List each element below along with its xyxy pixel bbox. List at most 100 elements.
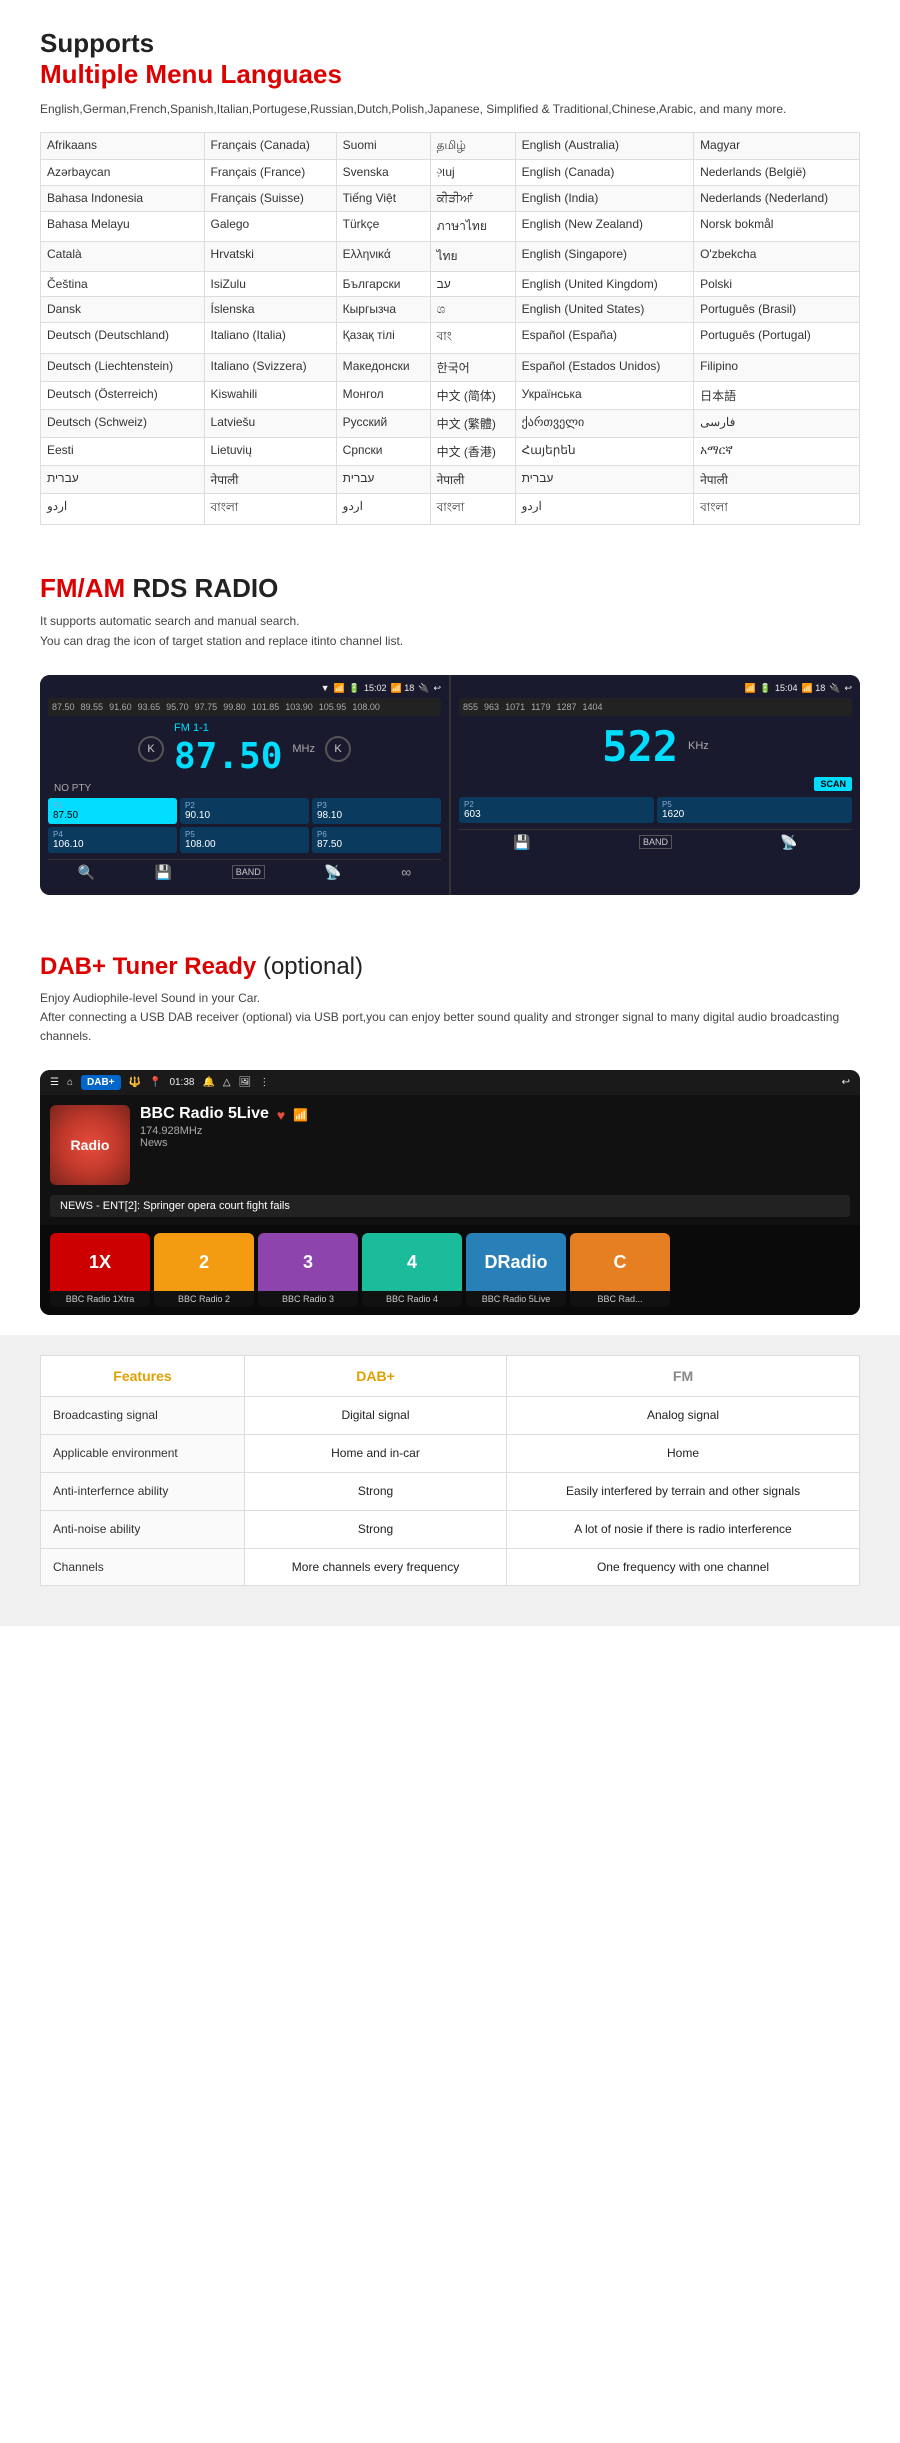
radio-statusbar-left: ▼ 📶 🔋 15:02 📶 18 🔌 ↩: [48, 683, 441, 694]
band-icon[interactable]: BAND: [232, 865, 265, 879]
lang-cell: Français (Canada): [204, 133, 336, 160]
lang-cell: Suomi: [336, 133, 430, 160]
comparison-feature: Anti-noise ability: [41, 1510, 245, 1548]
dab-channel-item[interactable]: 3 BBC Radio 3: [258, 1233, 358, 1307]
dab-channel-item[interactable]: DRadio BBC Radio 5Live: [466, 1233, 566, 1307]
fm-preset-p3[interactable]: P3 98.10: [312, 798, 441, 824]
lang-cell: Ελληνικά: [336, 242, 430, 272]
lang-cell: English (United States): [515, 297, 693, 323]
lang-cell: Eesti: [41, 438, 205, 466]
lang-cell: Hrvatski: [204, 242, 336, 272]
antenna-icon[interactable]: 📡: [324, 864, 341, 881]
prev-station-button[interactable]: K: [138, 736, 164, 762]
dab-channel-item[interactable]: C BBC Rad...: [570, 1233, 670, 1307]
dab-channel-item[interactable]: 4 BBC Radio 4: [362, 1233, 462, 1307]
fm-preset-p1[interactable]: P1 87.50: [48, 798, 177, 824]
table-row: AzərbaycanFrançais (France)Svenskaગ઼ujEn…: [41, 160, 860, 186]
lang-cell: Azərbaycan: [41, 160, 205, 186]
section-title-black: Supports: [40, 28, 860, 59]
scan-icon[interactable]: 🔍: [78, 864, 95, 881]
dab-channel-item[interactable]: 2 BBC Radio 2: [154, 1233, 254, 1307]
fm-preset-p6[interactable]: P6 87.50: [312, 827, 441, 853]
lang-cell: ਕੀੜੀਆਂ: [430, 186, 515, 212]
am-main-display: 522 KHz: [459, 722, 852, 771]
lang-cell: Čeština: [41, 272, 205, 297]
dab-now-playing: Radio BBC Radio 5Live ♥ 📶 174.928MHz New…: [40, 1095, 860, 1195]
fm-preset-p4[interactable]: P4 106.10: [48, 827, 177, 853]
channel-name: BBC Radio 5Live: [466, 1291, 566, 1307]
comparison-dab-value: Strong: [244, 1510, 506, 1548]
am-band-icon[interactable]: BAND: [639, 835, 672, 849]
table-row: Deutsch (Schweiz)LatviešuРусский中文 (繁體)ქ…: [41, 410, 860, 438]
lang-cell: Afrikaans: [41, 133, 205, 160]
dab-title: DAB+ Tuner Ready (optional): [40, 953, 860, 981]
dab-album-art: Radio: [50, 1105, 130, 1185]
dab-statusbar: ☰ ⌂ DAB+ 🔱 📍 01:38 🔔 △ 🖼 ⋮ ↩: [40, 1070, 860, 1095]
am-toolbar: 💾 BAND 📡: [459, 829, 852, 851]
dab-title-normal: (optional): [263, 953, 363, 980]
channel-art: 1X: [50, 1233, 150, 1291]
channel-art: DRadio: [466, 1233, 566, 1291]
comparison-section: Features DAB+ FM Broadcasting signalDigi…: [0, 1335, 900, 1626]
comparison-row: ChannelsMore channels every frequencyOne…: [41, 1548, 860, 1586]
channel-name: BBC Rad...: [570, 1291, 670, 1307]
lang-cell: فارسی: [694, 410, 860, 438]
lang-cell: Tiếng Việt: [336, 186, 430, 212]
save-icon[interactable]: 💾: [155, 864, 172, 881]
lang-cell: தமிழ்: [430, 133, 515, 160]
am-frequency-display: 522: [602, 722, 678, 771]
lang-cell: 中文 (简体): [430, 382, 515, 410]
lang-cell: Lietuvių: [204, 438, 336, 466]
am-preset-p2[interactable]: P2 603: [459, 797, 654, 823]
lang-cell: ไทย: [430, 242, 515, 272]
am-antenna-icon[interactable]: 📡: [780, 834, 797, 851]
comparison-feature: Applicable environment: [41, 1435, 245, 1473]
dab-type: News: [140, 1137, 850, 1149]
lang-cell: Català: [41, 242, 205, 272]
fm-section: FM/AM RDS RADIO It supports automatic se…: [0, 545, 900, 674]
lang-cell: Türkçe: [336, 212, 430, 242]
lang-cell: ශ: [430, 297, 515, 323]
lang-cell: Português (Brasil): [694, 297, 860, 323]
channel-name: BBC Radio 3: [258, 1291, 358, 1307]
am-unit: KHz: [688, 740, 709, 752]
lang-cell: עברית: [41, 466, 205, 494]
lang-cell: Kiswahili: [204, 382, 336, 410]
lang-cell: English (Canada): [515, 160, 693, 186]
dab-channels-list: 1X BBC Radio 1Xtra 2 BBC Radio 2 3 BBC R…: [40, 1225, 860, 1315]
am-save-icon[interactable]: 💾: [513, 834, 530, 851]
comparison-dab-value: More channels every frequency: [244, 1548, 506, 1586]
channel-name: BBC Radio 4: [362, 1291, 462, 1307]
lang-cell: Кыргызча: [336, 297, 430, 323]
dab-station-name: BBC Radio 5Live: [140, 1105, 269, 1123]
fm-title-black: RDS RADIO: [132, 573, 278, 603]
dab-channel-item[interactable]: 1X BBC Radio 1Xtra: [50, 1233, 150, 1307]
comparison-fm-value: Easily interfered by terrain and other s…: [507, 1472, 860, 1510]
am-preset-p5[interactable]: P5 1620: [657, 797, 852, 823]
lang-cell: Bahasa Indonesia: [41, 186, 205, 212]
lang-cell: Português (Portugal): [694, 323, 860, 354]
loop-icon[interactable]: ∞: [401, 864, 411, 880]
fm-description: It supports automatic search and manual …: [40, 612, 860, 650]
table-row: Deutsch (Deutschland)Italiano (Italia)Қа…: [41, 323, 860, 354]
fm-preset-p2[interactable]: P2 90.10: [180, 798, 309, 824]
section-title-red: Multiple Menu Languaes: [40, 59, 860, 90]
lang-cell: नेपाली: [204, 466, 336, 494]
dab-title-red: DAB+ Tuner Ready: [40, 953, 256, 980]
comparison-row: Anti-noise abilityStrongA lot of nosie i…: [41, 1510, 860, 1548]
lang-cell: اردو: [41, 494, 205, 525]
lang-cell: English (Australia): [515, 133, 693, 160]
next-station-button[interactable]: K: [325, 736, 351, 762]
lang-cell: Filipino: [694, 354, 860, 382]
lang-cell: English (India): [515, 186, 693, 212]
lang-cell: Italiano (Italia): [204, 323, 336, 354]
favorite-icon[interactable]: ♥: [277, 1107, 285, 1123]
comparison-fm-value: Home: [507, 1435, 860, 1473]
comparison-feature: Channels: [41, 1548, 245, 1586]
lang-cell: Italiano (Svizzera): [204, 354, 336, 382]
scan-button[interactable]: SCAN: [814, 777, 852, 791]
col-dab: DAB+: [244, 1356, 506, 1397]
lang-cell: Dansk: [41, 297, 205, 323]
fm-preset-p5[interactable]: P5 108.00: [180, 827, 309, 853]
fm-title: FM/AM RDS RADIO: [40, 573, 860, 604]
